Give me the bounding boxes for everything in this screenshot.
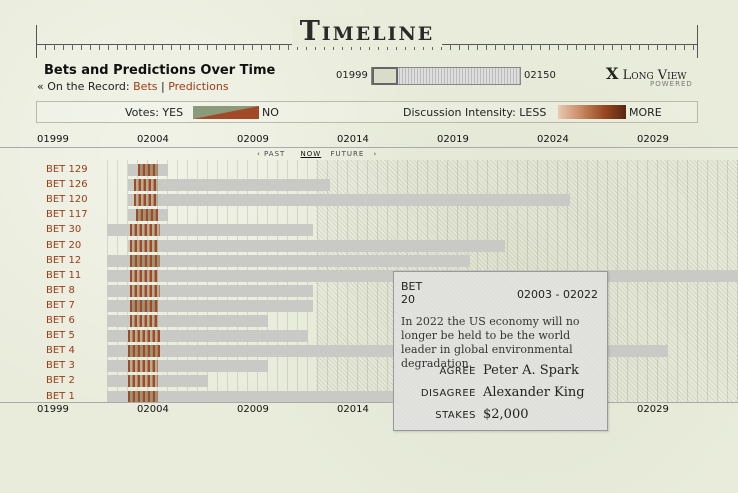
vote-activity-block[interactable] xyxy=(130,239,158,252)
bet-label[interactable]: BET 2 xyxy=(46,374,75,387)
powered-label: POWERED xyxy=(650,80,693,88)
bets-timeline: BET 129 BET 126 BET 120 BET 117 BET 30 BET 20… xyxy=(0,160,738,403)
range-start-label: 01999 xyxy=(336,70,368,81)
vote-activity-block[interactable] xyxy=(130,299,158,312)
page-subtitle: Bets and Predictions Over Time xyxy=(44,63,276,78)
bets-link[interactable]: Bets xyxy=(133,80,157,93)
now-link[interactable]: NOW xyxy=(301,150,322,158)
vote-activity-block[interactable] xyxy=(130,284,160,297)
axis-bottom-year: 02009 xyxy=(237,404,269,415)
vote-activity-block[interactable] xyxy=(128,360,158,373)
title-banner: Timeline xyxy=(36,10,698,58)
vote-activity-block[interactable] xyxy=(130,224,160,237)
bet-label[interactable]: BET 3 xyxy=(46,359,75,372)
bet-label[interactable]: BET 6 xyxy=(46,314,75,327)
vote-activity-block[interactable] xyxy=(130,315,158,327)
future-link[interactable]: FUTURE › xyxy=(330,150,377,158)
popup-bet-id: BET 20 xyxy=(401,280,423,306)
record-separator: | xyxy=(160,80,165,93)
vote-activity-block[interactable] xyxy=(128,330,160,343)
on-the-record-line: « On the Record: Bets | Predictions xyxy=(37,80,229,93)
bet-label[interactable]: BET 5 xyxy=(46,329,75,342)
discussion-more-label: MORE xyxy=(629,106,662,119)
axis-top-year: 01999 xyxy=(37,134,69,145)
bet-detail-popup[interactable]: BET 20 02003 - 02022 In 2022 the US econ… xyxy=(393,271,608,431)
popup-date-range: 02003 - 02022 xyxy=(517,288,598,301)
votes-no-label: NO xyxy=(262,106,279,119)
axis-top-year: 02024 xyxy=(537,134,569,145)
disagree-label: DISAGREE xyxy=(420,388,476,399)
axis-bottom-rule xyxy=(0,402,738,403)
bet-label[interactable]: BET 8 xyxy=(46,284,75,297)
axis-top-year: 02009 xyxy=(237,134,269,145)
vote-activity-block[interactable] xyxy=(138,164,158,176)
axis-top-year: 02004 xyxy=(137,134,169,145)
disagree-value: Alexander King xyxy=(483,385,585,400)
axis-top-year: 02019 xyxy=(437,134,469,145)
bet-label[interactable]: BET 20 xyxy=(46,239,81,252)
bet-label[interactable]: BET 120 xyxy=(46,193,88,206)
range-end-label: 02150 xyxy=(524,70,556,81)
votes-yes-label: Votes: YES xyxy=(125,106,184,119)
bet-label[interactable]: BET 30 xyxy=(46,223,81,236)
axis-top-year: 02029 xyxy=(637,134,669,145)
axis-bottom-year: 01999 xyxy=(37,404,69,415)
vote-activity-block[interactable] xyxy=(134,194,158,207)
legend-box: Votes: YES NO Discussion Intensity: LESS… xyxy=(36,101,698,123)
predictions-link[interactable]: Predictions xyxy=(168,80,228,93)
bet-label[interactable]: BET 7 xyxy=(46,299,75,312)
axis-bottom-year: 02029 xyxy=(637,404,669,415)
bet-label[interactable]: BET 11 xyxy=(46,269,81,282)
stakes-label: STAKES xyxy=(435,410,476,421)
vote-activity-block[interactable] xyxy=(136,209,158,222)
range-slider-handle[interactable] xyxy=(372,67,398,85)
bet-label[interactable]: BET 126 xyxy=(46,178,88,191)
bet-label[interactable]: BET 12 xyxy=(46,254,81,267)
agree-label: AGREE xyxy=(439,366,476,377)
axis-top-year: 02014 xyxy=(337,134,369,145)
axis-bottom-year: 02014 xyxy=(337,404,369,415)
past-link[interactable]: ‹ PAST xyxy=(257,150,291,158)
bet-label[interactable]: BET 117 xyxy=(46,208,88,221)
agree-value: Peter A. Spark xyxy=(483,363,579,378)
bet-duration-bar[interactable] xyxy=(128,239,505,252)
votes-gradient-swatch xyxy=(193,106,259,119)
discussion-less-label: Discussion Intensity: LESS xyxy=(403,106,547,119)
axis-bottom-year: 02004 xyxy=(137,404,169,415)
axis-top-rule xyxy=(0,147,738,148)
vote-activity-block[interactable] xyxy=(130,269,158,282)
discussion-gradient-swatch xyxy=(558,105,626,119)
bet-duration-bar[interactable] xyxy=(107,254,470,267)
time-nav: ‹ PAST NOW FUTURE › xyxy=(257,150,383,158)
vote-activity-block[interactable] xyxy=(128,390,158,403)
bet-duration-bar[interactable] xyxy=(128,194,570,207)
record-prefix: « On the Record: xyxy=(37,80,130,93)
vote-activity-block[interactable] xyxy=(128,345,160,358)
vote-activity-block[interactable] xyxy=(134,179,158,192)
bet-label[interactable]: BET 1 xyxy=(46,390,75,403)
bet-label[interactable]: BET 4 xyxy=(46,344,75,357)
vote-activity-block[interactable] xyxy=(128,375,158,388)
long-view-x-mark: X xyxy=(606,64,619,83)
vote-activity-block[interactable] xyxy=(130,254,160,267)
stakes-value: $2,000 xyxy=(483,407,529,422)
page-title: Timeline xyxy=(36,16,698,47)
bet-duration-bar[interactable] xyxy=(128,179,330,192)
range-slider[interactable] xyxy=(371,67,521,85)
bet-label[interactable]: BET 129 xyxy=(46,163,88,176)
